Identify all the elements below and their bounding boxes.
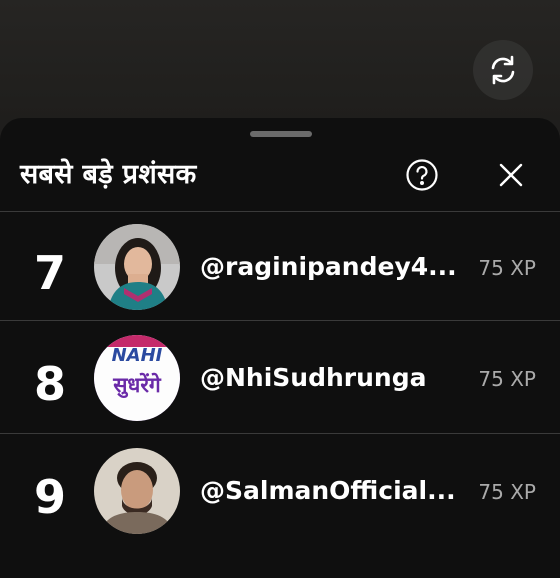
- help-circle-icon: [406, 159, 438, 191]
- close-button[interactable]: [494, 158, 528, 192]
- xp-value: 75 XP: [478, 256, 536, 280]
- avatar-text-top: NAHI: [111, 345, 163, 366]
- rank-number: 7: [33, 246, 66, 300]
- drag-handle[interactable]: [250, 131, 312, 137]
- avatar[interactable]: NAHI सुधरेंगे: [94, 335, 180, 421]
- username[interactable]: @NhiSudhrunga: [200, 363, 426, 392]
- refresh-button[interactable]: [473, 40, 533, 100]
- avatar-logo: NAHI सुधरेंगे: [94, 335, 180, 421]
- avatar[interactable]: [94, 224, 180, 310]
- username[interactable]: @SalmanOfficial...: [200, 476, 456, 505]
- help-button[interactable]: [405, 158, 439, 192]
- avatar[interactable]: [94, 448, 180, 534]
- divider: [0, 320, 560, 321]
- username[interactable]: @raginipandey4...: [200, 252, 457, 281]
- divider: [0, 211, 560, 212]
- close-icon: [499, 163, 523, 187]
- divider: [0, 433, 560, 434]
- user-photo-icon: [94, 224, 180, 310]
- xp-value: 75 XP: [478, 367, 536, 391]
- rank-number: 8: [33, 357, 66, 411]
- rank-number: 9: [33, 470, 66, 524]
- user-photo-icon: [94, 448, 180, 534]
- refresh-icon: [491, 55, 515, 85]
- fan-row[interactable]: 8 NAHI सुधरेंगे @NhiSudhrunga 75 XP: [0, 323, 560, 435]
- sheet-title: सबसे बड़े प्रशंसक: [20, 159, 197, 190]
- top-fans-sheet: सबसे बड़े प्रशंसक 7 @raginipandey4... 75…: [0, 118, 560, 578]
- fan-row[interactable]: 7 @raginipandey4... 75 XP: [0, 214, 560, 326]
- avatar-text-bottom: सुधरेंगे: [113, 373, 161, 397]
- fan-row[interactable]: 9 @SalmanOfficial... 75 XP: [0, 436, 560, 548]
- xp-value: 75 XP: [478, 480, 536, 504]
